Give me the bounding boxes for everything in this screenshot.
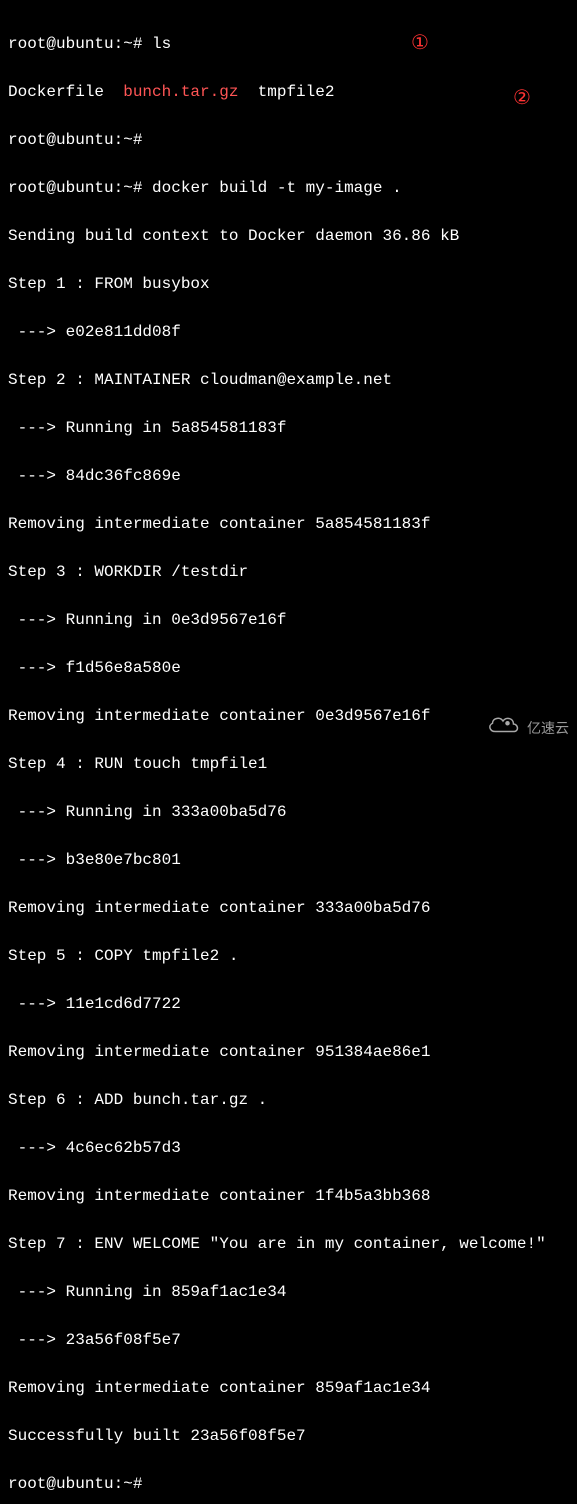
file-name: tmpfile2 bbox=[238, 83, 334, 101]
command-text: docker build -t my-image . bbox=[152, 179, 402, 197]
terminal-line: ---> Running in 333a00ba5d76 bbox=[8, 800, 569, 824]
prompt: root@ubuntu:~# bbox=[8, 35, 152, 53]
terminal-line: ---> Running in 0e3d9567e16f bbox=[8, 608, 569, 632]
terminal-line: ---> 11e1cd6d7722 bbox=[8, 992, 569, 1016]
terminal-line: Removing intermediate container 951384ae… bbox=[8, 1040, 569, 1064]
terminal-line: Step 7 : ENV WELCOME "You are in my cont… bbox=[8, 1232, 569, 1256]
terminal-line: Removing intermediate container 5a854581… bbox=[8, 512, 569, 536]
watermark-text: 亿速云 bbox=[527, 718, 569, 739]
file-name-archive: bunch.tar.gz bbox=[123, 83, 238, 101]
terminal-line: Step 5 : COPY tmpfile2 . bbox=[8, 944, 569, 968]
terminal-line: Successfully built 23a56f08f5e7 bbox=[8, 1424, 569, 1448]
terminal-line: ---> 23a56f08f5e7 bbox=[8, 1328, 569, 1352]
terminal-line: Removing intermediate container 859af1ac… bbox=[8, 1376, 569, 1400]
terminal-line: Removing intermediate container 1f4b5a3b… bbox=[8, 1184, 569, 1208]
annotation-marker-2: ② bbox=[513, 83, 531, 113]
terminal-line: root@ubuntu:~# docker build -t my-image … bbox=[8, 176, 569, 200]
terminal-line: ---> 4c6ec62b57d3 bbox=[8, 1136, 569, 1160]
terminal-line: ---> 84dc36fc869e bbox=[8, 464, 569, 488]
prompt: root@ubuntu:~# bbox=[8, 179, 152, 197]
terminal-line: Step 6 : ADD bunch.tar.gz . bbox=[8, 1088, 569, 1112]
terminal-line: Sending build context to Docker daemon 3… bbox=[8, 224, 569, 248]
terminal-line: Step 1 : FROM busybox bbox=[8, 272, 569, 296]
watermark: 亿速云 bbox=[485, 712, 569, 744]
cloud-icon bbox=[485, 712, 521, 744]
terminal-line: Step 4 : RUN touch tmpfile1 bbox=[8, 752, 569, 776]
terminal-line: root@ubuntu:~# bbox=[8, 1472, 569, 1496]
terminal-line: root@ubuntu:~# bbox=[8, 128, 569, 152]
terminal-line: Step 3 : WORKDIR /testdir bbox=[8, 560, 569, 584]
terminal-line: ---> b3e80e7bc801 bbox=[8, 848, 569, 872]
terminal-line: Step 2 : MAINTAINER cloudman@example.net bbox=[8, 368, 569, 392]
file-name: Dockerfile bbox=[8, 83, 123, 101]
terminal-line: root@ubuntu:~# ls bbox=[8, 32, 569, 56]
terminal-line: ---> f1d56e8a580e bbox=[8, 656, 569, 680]
terminal-line: ---> Running in 5a854581183f bbox=[8, 416, 569, 440]
terminal-output: root@ubuntu:~# ls Dockerfile bunch.tar.g… bbox=[8, 8, 569, 1504]
command-text: ls bbox=[152, 35, 171, 53]
terminal-line: ---> Running in 859af1ac1e34 bbox=[8, 1280, 569, 1304]
terminal-line: Removing intermediate container 333a00ba… bbox=[8, 896, 569, 920]
annotation-marker-1: ① bbox=[411, 28, 429, 58]
terminal-line: ---> e02e811dd08f bbox=[8, 320, 569, 344]
terminal-line: Dockerfile bunch.tar.gz tmpfile2 bbox=[8, 80, 569, 104]
